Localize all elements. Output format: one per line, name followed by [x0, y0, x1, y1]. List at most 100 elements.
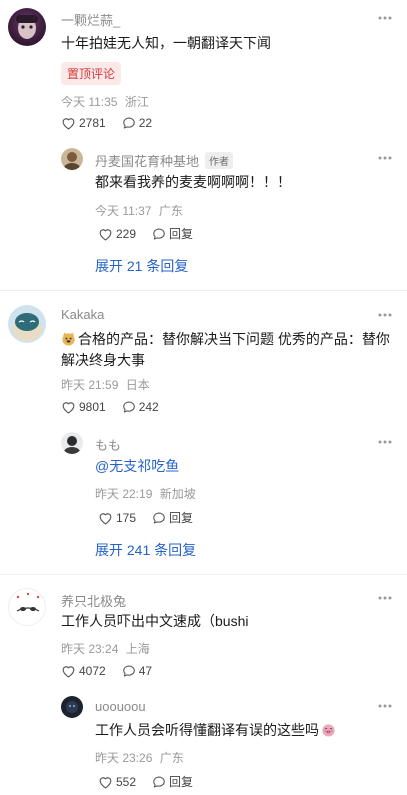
pinned-badge: 置顶评论	[61, 62, 122, 85]
reply-button[interactable]: 回复	[152, 773, 193, 790]
reply-more-options-button[interactable]	[375, 148, 395, 168]
divider	[0, 574, 407, 575]
more-options-button[interactable]	[375, 588, 395, 608]
reply-meta: 今天 11:37 广东	[95, 202, 183, 219]
timestamp: 今天 11:35	[61, 95, 118, 109]
reply-avatar[interactable]	[61, 432, 83, 454]
comment-text: 十年拍娃无人知，一朝翻译天下闻	[61, 35, 271, 51]
comment-text: 工作人员吓出中文速成（bushi	[61, 613, 249, 629]
more-dots-icon	[378, 440, 392, 444]
reply-count: 22	[138, 116, 153, 130]
comment-meta: 昨天 23:24 上海	[61, 640, 150, 657]
like-button[interactable]: 2781	[61, 116, 106, 130]
reply-username[interactable]: もも	[95, 435, 121, 454]
more-dots-icon	[378, 313, 392, 317]
avatar[interactable]	[8, 588, 46, 626]
reply-avatar-image	[64, 152, 80, 170]
heart-outline-icon	[62, 118, 75, 130]
like-button[interactable]: 9801	[61, 400, 106, 414]
reply-username[interactable]: uoouoou	[95, 699, 146, 714]
divider	[0, 290, 407, 291]
more-dots-icon	[378, 596, 392, 600]
reply-count: 242	[138, 400, 159, 414]
reply-actions: 229 回复	[98, 225, 209, 242]
crying-pig-emoji-icon	[322, 724, 335, 737]
more-dots-icon	[378, 16, 392, 20]
speech-bubble-icon	[153, 512, 165, 523]
heart-outline-icon	[62, 666, 75, 678]
more-options-button[interactable]	[375, 305, 395, 325]
avatar-image	[16, 592, 40, 612]
like-count: 4072	[79, 664, 106, 678]
location: 新加坡	[159, 487, 196, 501]
reply-more-options-button[interactable]	[375, 432, 395, 452]
location: 上海	[125, 642, 150, 656]
timestamp: 昨天 23:24	[61, 642, 119, 656]
timestamp: 昨天 21:59	[61, 378, 119, 392]
reply-actions: 552 回复	[98, 773, 209, 790]
like-count: 552	[116, 774, 137, 789]
reply-text: 工作人员会听得懂翻译有误的这些吗	[95, 720, 338, 741]
location: 广东	[158, 204, 183, 218]
more-dots-icon	[378, 704, 392, 708]
heart-outline-icon	[99, 512, 112, 524]
heart-outline-icon	[99, 776, 112, 788]
like-count: 175	[116, 510, 137, 525]
heart-outline-icon	[99, 228, 112, 240]
comment-text: 合格的产品：替你解决当下问题 优秀的产品：替你 解决终身大事	[61, 331, 390, 368]
like-count: 229	[116, 226, 137, 241]
speech-bubble-icon	[153, 228, 165, 239]
location: 浙江	[124, 95, 149, 109]
reply-avatar-image	[66, 701, 78, 713]
speech-bubble-icon	[122, 117, 135, 129]
avatar[interactable]	[8, 8, 46, 46]
expand-replies-link[interactable]: 展开 241 条回复	[95, 540, 196, 560]
reply-meta: 昨天 23:26 广东	[95, 749, 184, 766]
comment-count-button[interactable]: 47	[122, 664, 152, 678]
like-count: 9801	[79, 400, 106, 414]
like-button[interactable]: 4072	[61, 664, 106, 678]
avatar[interactable]	[8, 305, 46, 343]
username[interactable]: 养只北极兔	[61, 591, 126, 610]
location: 广东	[159, 751, 184, 765]
comment-meta: 今天 11:35 浙江	[61, 93, 149, 110]
reply-text: 都来看我养的麦麦啊啊啊！！！	[95, 174, 291, 190]
reply-more-options-button[interactable]	[375, 696, 395, 716]
doge-emoji-icon	[62, 332, 75, 346]
heart-outline-icon	[62, 402, 75, 414]
comment-count-button[interactable]: 242	[122, 400, 159, 414]
avatar-image	[16, 15, 38, 39]
comment-actions: 4072 47	[61, 664, 168, 678]
reply-button[interactable]: 回复	[152, 509, 193, 526]
speech-bubble-icon	[122, 665, 135, 677]
reply-like-button[interactable]: 229	[98, 227, 136, 241]
timestamp: 昨天 23:26	[95, 751, 153, 765]
comment-count-button[interactable]: 22	[122, 116, 152, 130]
username[interactable]: 一颗烂蒜_	[61, 10, 120, 29]
reply-button[interactable]: 回复	[152, 225, 193, 242]
reply-text[interactable]: @无支祁吃鱼	[95, 456, 179, 477]
like-count: 2781	[79, 116, 106, 130]
reply-avatar[interactable]	[61, 696, 83, 718]
reply-avatar[interactable]	[61, 148, 83, 170]
more-dots-icon	[378, 156, 392, 160]
username[interactable]: Kakaka	[61, 307, 104, 322]
comment-actions: 2781 22	[61, 116, 168, 130]
reply-like-button[interactable]: 552	[98, 775, 136, 789]
reply-actions: 175 回复	[98, 509, 209, 526]
comment-meta: 昨天 21:59 日本	[61, 376, 150, 393]
reply-username[interactable]: 丹麦国花育种基地 作者	[95, 151, 234, 170]
reply-avatar-image	[64, 436, 80, 454]
timestamp: 今天 11:37	[95, 204, 152, 218]
reply-meta: 昨天 22:19 新加坡	[95, 485, 196, 502]
speech-bubble-icon	[122, 401, 135, 413]
reply-count: 47	[138, 664, 153, 678]
timestamp: 昨天 22:19	[95, 487, 153, 501]
more-options-button[interactable]	[375, 8, 395, 28]
location: 日本	[125, 378, 150, 392]
reply-like-button[interactable]: 175	[98, 511, 136, 525]
comment-actions: 9801 242	[61, 400, 175, 414]
avatar-image	[12, 313, 42, 341]
expand-replies-link[interactable]: 展开 21 条回复	[95, 256, 188, 276]
speech-bubble-icon	[153, 776, 165, 787]
